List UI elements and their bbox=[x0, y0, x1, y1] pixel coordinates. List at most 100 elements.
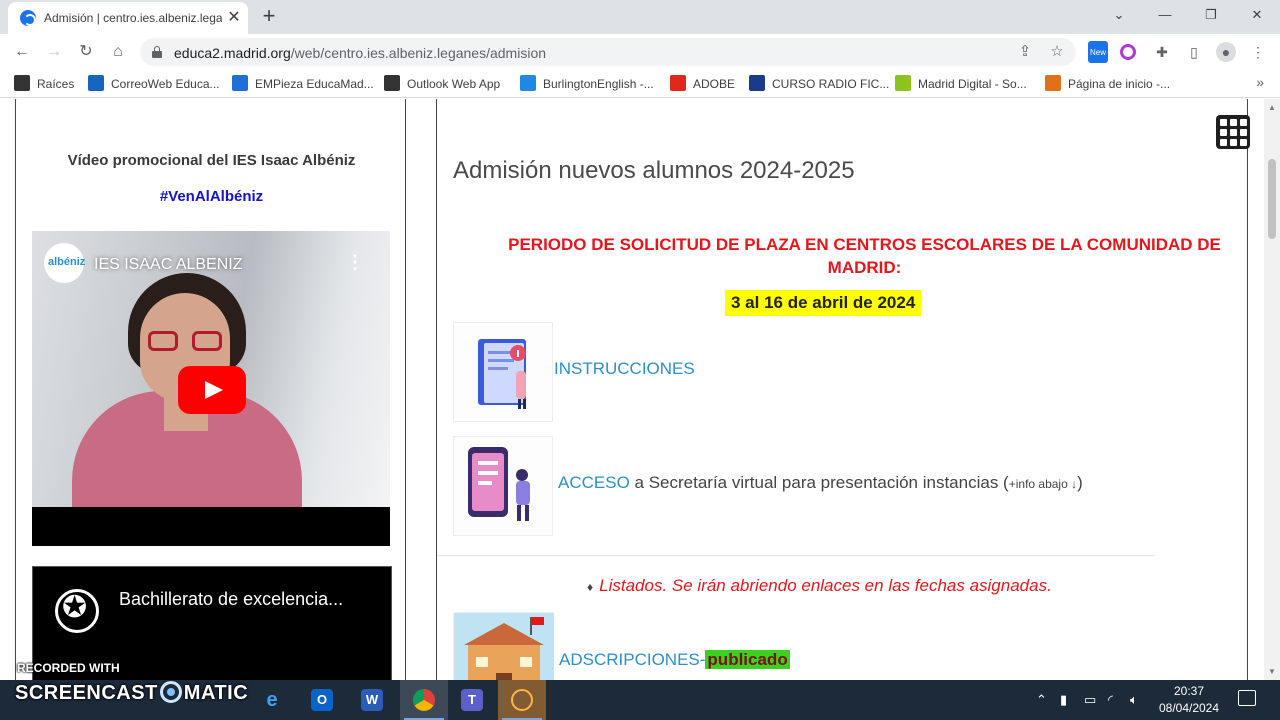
promo-hashtag[interactable]: #VenAlAlbéniz bbox=[16, 188, 407, 205]
taskbar-edge[interactable]: e bbox=[248, 680, 296, 720]
minimize-button[interactable]: — bbox=[1142, 0, 1188, 32]
page-title: Admisión nuevos alumnos 2024-2025 bbox=[453, 157, 855, 184]
word-icon: W bbox=[361, 689, 383, 711]
apps-grid-dot bbox=[1240, 119, 1247, 126]
side-panel-icon[interactable]: ▯ bbox=[1184, 42, 1204, 62]
extension-circle-icon[interactable] bbox=[1120, 44, 1136, 60]
video-menu-icon[interactable]: ⋮ bbox=[346, 253, 364, 271]
battery-icon[interactable]: ▭ bbox=[1084, 692, 1096, 708]
home-button[interactable]: ⌂ bbox=[107, 41, 129, 63]
address-bar[interactable]: educa2.madrid.org/web/centro.ies.albeniz… bbox=[140, 38, 1076, 66]
globe-icon bbox=[384, 75, 400, 91]
url-text: educa2.madrid.org/web/centro.ies.albeniz… bbox=[174, 45, 547, 61]
apps-grid-icon[interactable] bbox=[1216, 115, 1250, 149]
bookmark-pagina-inicio[interactable]: Página de inicio -... bbox=[1045, 75, 1170, 93]
bookmark-adobe[interactable]: ADOBE bbox=[670, 75, 735, 93]
edge-icon: e bbox=[266, 689, 278, 711]
video-title[interactable]: IES ISAAC ALBENIZ bbox=[94, 256, 243, 274]
recorded-with-label: RECORDED WITH bbox=[17, 661, 120, 675]
bookmark-empieza[interactable]: EMPieza EducaMad... bbox=[232, 75, 374, 93]
instructions-link[interactable]: INSTRUCCIONES bbox=[554, 359, 695, 379]
bookmark-curso-radio[interactable]: CURSO RADIO FIC... bbox=[749, 75, 889, 93]
office-icon bbox=[1045, 75, 1061, 91]
back-button[interactable]: ← bbox=[11, 41, 33, 63]
profile-avatar[interactable]: ● bbox=[1216, 42, 1236, 62]
share-icon[interactable]: ⇪ bbox=[1016, 43, 1034, 61]
period-dates: 3 al 16 de abril de 2024 bbox=[725, 290, 922, 316]
more-bookmarks-icon[interactable]: » bbox=[1256, 74, 1264, 90]
menu-kebab-icon[interactable]: ⋮ bbox=[1248, 42, 1268, 62]
notifications-icon[interactable] bbox=[1238, 690, 1256, 706]
burlington-icon bbox=[520, 75, 536, 91]
diamond-bullet-icon: ♦ bbox=[587, 580, 594, 594]
apps-grid-dot bbox=[1230, 139, 1237, 146]
promo-title: Vídeo promocional del IES Isaac Albéniz bbox=[67, 152, 356, 169]
bookmark-star-icon[interactable]: ☆ bbox=[1048, 43, 1066, 61]
outlook-icon: O bbox=[311, 689, 333, 711]
reload-button[interactable]: ↻ bbox=[75, 41, 97, 63]
channel-star-icon bbox=[55, 589, 99, 633]
play-button-icon[interactable] bbox=[178, 366, 246, 414]
teams-icon: T bbox=[461, 689, 483, 711]
extension-new-icon[interactable]: New bbox=[1088, 41, 1108, 63]
bookmark-correoweb[interactable]: CorreoWeb Educa... bbox=[88, 75, 220, 93]
lock-icon[interactable] bbox=[152, 46, 162, 58]
bookmark-raices[interactable]: Raíces bbox=[14, 75, 74, 93]
graduation-cap-icon bbox=[749, 75, 765, 91]
instructions-illustration[interactable] bbox=[453, 322, 553, 422]
apps-grid-dot bbox=[1230, 129, 1237, 136]
taskbar-outlook[interactable]: O bbox=[298, 680, 346, 720]
channel-logo[interactable]: albéniz bbox=[44, 243, 85, 283]
close-tab-icon[interactable]: ✕ bbox=[224, 8, 244, 28]
bookmark-burlington[interactable]: BurlingtonEnglish -... bbox=[520, 75, 654, 93]
second-video-title[interactable]: Bachillerato de excelencia... bbox=[119, 589, 343, 610]
adscripciones-illustration[interactable] bbox=[453, 612, 554, 680]
taskbar-clock[interactable]: 20:37 08/04/2024 bbox=[1152, 683, 1226, 717]
access-illustration[interactable] bbox=[453, 436, 553, 536]
period-heading: PERIODO DE SOLICITUD DE PLAZA EN CENTROS… bbox=[508, 235, 1221, 277]
page-scrollbar[interactable]: ▲ ▼ bbox=[1264, 99, 1280, 680]
close-window-button[interactable]: ✕ bbox=[1234, 0, 1280, 32]
forward-button[interactable]: → bbox=[43, 41, 65, 63]
usb-icon[interactable]: ▮ bbox=[1060, 692, 1067, 708]
glasses bbox=[148, 331, 224, 351]
adscripciones-link[interactable]: ADSCRIPCIONES-publicado bbox=[559, 650, 790, 670]
volume-icon[interactable]: 🔈︎ bbox=[1130, 692, 1138, 708]
scroll-thumb[interactable] bbox=[1268, 159, 1276, 239]
access-link[interactable]: ACCESO bbox=[558, 473, 630, 492]
browser-toolbar: ← → ↻ ⌂ educa2.madrid.org/web/centro.ies… bbox=[0, 34, 1280, 70]
tab-search-chevron-icon[interactable]: ⌄ bbox=[1096, 0, 1142, 32]
taskbar-chrome[interactable] bbox=[400, 680, 448, 720]
mail-icon bbox=[88, 75, 104, 91]
bookmark-madrid-digital[interactable]: Madrid Digital - So... bbox=[895, 75, 1027, 93]
new-tab-button[interactable]: + bbox=[256, 5, 282, 29]
admission-panel: Admisión nuevos alumnos 2024-2025 PERIOD… bbox=[436, 99, 1248, 680]
taskbar-screencast[interactable] bbox=[498, 680, 546, 720]
tray-chevron-icon[interactable]: ⌃ bbox=[1036, 692, 1047, 708]
taskbar-word[interactable]: W bbox=[348, 680, 396, 720]
network-icon[interactable]: ◜ bbox=[1108, 692, 1113, 708]
tab-title: Admisión | centro.ies.albeniz.lega bbox=[44, 11, 222, 25]
apps-grid-dot bbox=[1220, 129, 1227, 136]
access-close: ) bbox=[1077, 473, 1083, 492]
chrome-icon bbox=[413, 689, 435, 711]
screencast-watermark: SCREENCAST MATIC bbox=[15, 681, 249, 704]
promo-video-player[interactable]: albéniz IES ISAAC ALBENIZ ⋮ bbox=[32, 231, 390, 546]
scroll-up-icon[interactable]: ▲ bbox=[1268, 103, 1276, 112]
bookmarks-bar: Raíces CorreoWeb Educa... EMPieza EducaM… bbox=[0, 70, 1280, 98]
restore-button[interactable]: ❐ bbox=[1188, 0, 1234, 32]
empieza-icon bbox=[232, 75, 248, 91]
promo-panel: Vídeo promocional del IES Isaac Albéniz … bbox=[15, 99, 406, 680]
tab-strip: Admisión | centro.ies.albeniz.lega ✕ + ⌄… bbox=[0, 0, 1280, 34]
extensions-puzzle-icon[interactable]: ✚ bbox=[1152, 42, 1172, 62]
access-line: ACCESO a Secretaría virtual para present… bbox=[558, 473, 1083, 493]
apps-grid-dot bbox=[1220, 119, 1227, 126]
page-viewport: Vídeo promocional del IES Isaac Albéniz … bbox=[0, 99, 1264, 680]
scroll-down-icon[interactable]: ▼ bbox=[1268, 667, 1276, 676]
bookmark-outlook[interactable]: Outlook Web App bbox=[384, 75, 500, 93]
apps-grid-dot bbox=[1230, 119, 1237, 126]
screencast-icon bbox=[511, 689, 533, 711]
taskbar-teams[interactable]: T bbox=[448, 680, 496, 720]
access-note: +info abajo ↓ bbox=[1008, 477, 1078, 491]
browser-tab[interactable]: Admisión | centro.ies.albeniz.lega ✕ bbox=[8, 2, 248, 34]
